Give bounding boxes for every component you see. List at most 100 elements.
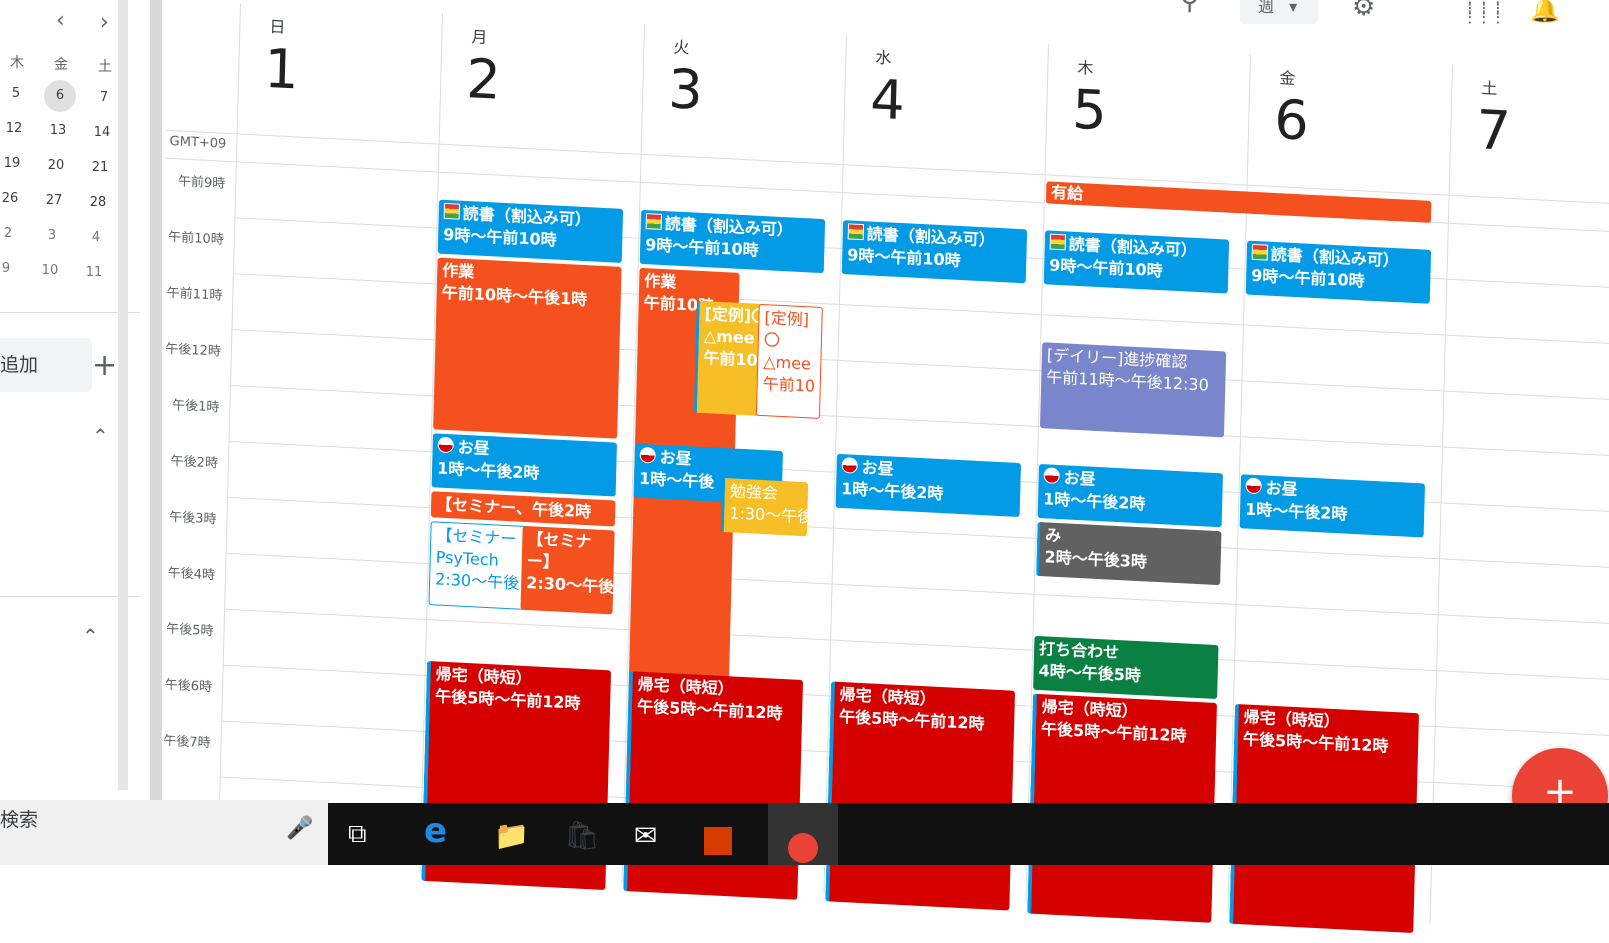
event-seminar-psytech[interactable]: 【セミナー PsyTech 2:30〜午後 [428,521,527,610]
mail-icon[interactable]: ✉ [634,819,657,852]
taskbar: ⧉ e 📁 🛍 ✉ [328,803,1609,865]
event-title: お昼 [659,447,692,469]
day-number[interactable]: 2 [466,47,502,112]
mini-day[interactable]: 14 [86,117,118,149]
event-title: [定例]〇 [704,304,763,327]
mini-day[interactable]: 21 [84,152,116,184]
day-name: 金 [1279,68,1296,89]
day-name: 木 [1077,57,1094,78]
event-seminar[interactable]: 【セミナー、午後2時 [430,491,616,527]
event-lunch[interactable]: お昼 1時〜午後2時 [835,453,1022,518]
bento-icon [1043,467,1060,485]
day-number[interactable]: 7 [1476,98,1512,163]
prev-month-button[interactable]: ‹ [56,8,65,33]
event-go-home[interactable]: 帰宅（時短） 午後5時〜午前12時 [825,681,1016,911]
store-icon[interactable]: 🛍 [564,819,600,852]
day-number[interactable]: 4 [870,68,906,133]
mini-weekday-header: 木 [10,55,24,71]
event-title: 有給 [1050,182,1084,204]
task-view-icon[interactable]: ⧉ [348,819,367,850]
day-number[interactable]: 3 [668,57,704,122]
time-label: 午後5時 [166,621,214,640]
apps-grid-icon[interactable]: ⋮⋮⋮ ⋮⋮⋮ ⋮⋮⋮ [1462,0,1506,25]
mini-day[interactable]: 28 [82,187,114,219]
time-label: 午前10時 [168,229,224,248]
mini-day[interactable]: 26 [0,183,26,215]
event-title: お昼 [1063,468,1096,489]
event-go-home[interactable]: 帰宅（時短） 午後5時〜午前12時 [623,671,804,900]
time-label: 午後6時 [164,677,213,696]
event-reading[interactable]: 読書（割込み可） 9時〜午前10時 [437,199,624,263]
gear-icon[interactable]: ⚙ [1352,0,1375,22]
time-label: 午前11時 [166,285,223,304]
search-icon[interactable]: ⚲ [1180,0,1199,16]
mini-day[interactable]: 12 [0,113,30,145]
collapse-chevron-up-icon[interactable]: ⌃ [92,424,109,448]
time-label: 午後1時 [171,398,220,416]
day-number[interactable]: 5 [1072,78,1108,143]
book-icon [443,202,461,220]
event-regular-meeting[interactable]: [定例]〇 △mee 午前10 [693,300,763,416]
day-number[interactable]: 1 [264,37,300,102]
event-reading[interactable]: 読書（割込み可） 9時〜午前10時 [1043,230,1230,294]
bento-icon [1245,477,1262,495]
mini-day[interactable]: 11 [78,257,110,289]
microphone-icon[interactable]: 🎤 [286,816,313,841]
office-icon[interactable] [704,827,732,855]
event-study-group[interactable]: 勉強会 1:30〜午後 [720,477,809,537]
edge-icon[interactable]: e [424,811,447,851]
bell-icon[interactable]: 🔔 [1530,0,1560,24]
mini-day-today[interactable]: 6 [44,80,76,112]
event-time: 午前10 [703,348,758,370]
event-reading[interactable]: 読書（割込み可） 9時〜午前10時 [841,220,1028,284]
add-calendar-input[interactable]: 追加 [0,338,92,392]
mini-day[interactable]: 4 [80,222,112,254]
add-calendar-plus-icon[interactable]: + [92,348,117,383]
event-lunch[interactable]: お昼 1時〜午後2時 [1239,474,1426,538]
bento-icon [639,446,656,464]
sidebar-scrollbar[interactable] [118,0,128,790]
day-name: 日 [269,17,286,37]
mini-day[interactable]: 19 [0,148,28,180]
event-reading[interactable]: 読書（割込み可） 9時〜午前10時 [1245,240,1432,304]
event-time: 午前10 [762,374,816,396]
day-name: 水 [875,47,892,68]
mini-day[interactable]: 5 [0,78,32,110]
mini-day[interactable]: 2 [0,218,24,250]
time-label: 午後7時 [163,733,211,752]
mini-day[interactable]: 20 [40,150,72,182]
active-app-slot[interactable] [768,803,838,865]
file-explorer-icon[interactable]: 📁 [494,819,529,852]
time-label: 午後2時 [170,454,219,472]
mini-day[interactable]: 27 [38,185,70,217]
mini-day[interactable]: 13 [42,115,74,147]
next-month-button[interactable]: › [100,10,109,35]
chevron-down-icon: ▾ [1289,0,1298,16]
event-seminar-2[interactable]: 【セミナ ー】 2:30〜午後 [520,525,615,615]
event-meeting[interactable]: 打ち合わせ 4時〜午後5時 [1033,635,1219,700]
event-time: 1:30〜午後 [729,503,809,527]
mini-day[interactable]: 7 [88,82,120,114]
collapse-chevron-up-icon[interactable]: ⌃ [82,624,99,648]
event-lunch[interactable]: お昼 1時〜午後2時 [1037,464,1224,528]
day-name: 火 [673,37,690,58]
time-label: 午後3時 [168,509,217,528]
event-subtitle: △mee [703,326,755,348]
mini-day[interactable]: 3 [36,220,68,252]
event-mi[interactable]: み 2時〜午後3時 [1036,521,1222,586]
allday-event[interactable]: 有給 [1045,181,1432,223]
event-work[interactable]: 作業 午前10時〜午後1時 [433,257,622,439]
mini-day[interactable]: 10 [34,255,66,287]
event-daily-progress[interactable]: [デイリー]進捗確認 午前11時〜午後12:30 [1039,342,1227,438]
event-reading[interactable]: 読書（割込み可） 9時〜午前10時 [639,209,826,274]
event-subtitle: 〇 [763,330,781,350]
event-lunch[interactable]: お昼 1時〜午後2時 [431,433,618,497]
event-regular-meeting-2[interactable]: [定例] 〇 △mee 午前10 [755,303,823,419]
day-number[interactable]: 6 [1274,88,1310,153]
view-select[interactable]: 週 ▾ [1240,0,1318,24]
bento-icon [841,457,858,474]
view-select-value: 週 [1258,0,1275,16]
taskbar-search-box[interactable] [0,800,330,865]
book-icon [847,223,865,241]
mini-day[interactable]: 9 [0,253,22,285]
